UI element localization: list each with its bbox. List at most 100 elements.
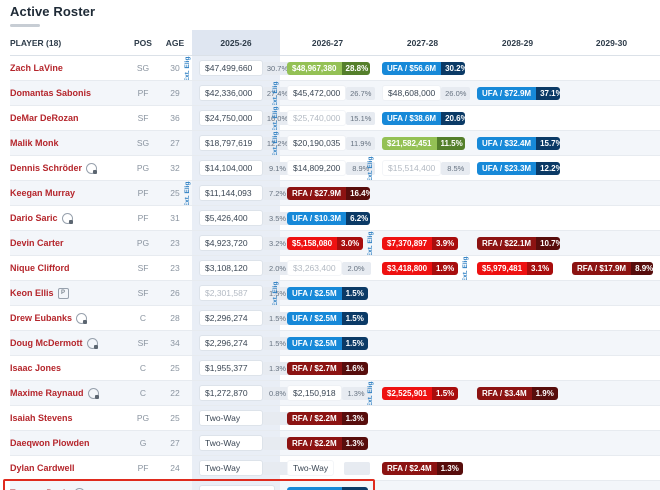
table-row: Terence DavisSG28$0UFA / $2.5M1.5%: [10, 481, 660, 490]
salary-cell-y2029: [565, 356, 658, 380]
badge-label: $7,370,897: [382, 237, 432, 250]
badge-pct: 1.3%: [437, 462, 463, 475]
column-header-2028-29: 2028-29: [470, 30, 565, 55]
player-link[interactable]: Dennis Schröder: [10, 163, 82, 173]
player-link[interactable]: Malik Monk: [10, 138, 59, 148]
player-link[interactable]: Daeqwon Plowden: [10, 438, 90, 448]
player-cell: Maxime Raynaud: [10, 381, 128, 405]
pos-cell: PG: [128, 406, 158, 430]
player-link[interactable]: Zach LaVine: [10, 63, 63, 73]
badge-pct: 1.5%: [342, 487, 368, 490]
salary-cell-y2029: [565, 156, 658, 180]
salary-cell-y2025: $1,955,3771.3%: [192, 356, 280, 380]
badge-pct: 15.7%: [536, 137, 560, 150]
badge-pct: 1.9%: [532, 387, 558, 400]
player-link[interactable]: Dario Saric: [10, 213, 58, 223]
fa-badge-darkred: RFA / $2.2M1.3%: [287, 412, 368, 425]
player-link[interactable]: Isaiah Stevens: [10, 413, 73, 423]
salary-input[interactable]: $4,923,720: [199, 235, 263, 251]
salary-input[interactable]: $18,797,619: [199, 135, 263, 151]
fa-badge-red: $5,158,0803.0%: [287, 237, 363, 250]
salary-input[interactable]: $0: [199, 485, 275, 490]
player-link[interactable]: Keegan Murray: [10, 188, 75, 198]
salary-cell-y2028: UFA / $32.4M15.7%: [470, 131, 565, 155]
age-cell: 27: [158, 431, 192, 455]
player-link[interactable]: Devin Carter: [10, 238, 64, 248]
salary-cell-y2028: [470, 56, 565, 80]
player-cell: DeMar DeRozan: [10, 106, 128, 130]
salary-input[interactable]: $11,144,093: [199, 185, 263, 201]
pct-chip: 1.3%: [342, 387, 371, 400]
badge-label: RFA / $2.4M: [382, 462, 437, 475]
badge-pct: 8.9%: [631, 262, 653, 275]
player-link[interactable]: Maxime Raynaud: [10, 388, 84, 398]
player-link[interactable]: Drew Eubanks: [10, 313, 72, 323]
salary-input[interactable]: Two-Way: [199, 460, 263, 476]
salary-cell-y2027: [375, 481, 470, 490]
table-row: Dennis SchröderPG32$14,104,0009.1%$14,80…: [10, 156, 660, 181]
player-cell: Keon EllisP: [10, 281, 128, 305]
salary-input[interactable]: $1,955,377: [199, 360, 263, 376]
fa-badge-blue: UFA / $2.5M1.5%: [287, 487, 368, 490]
salary-input[interactable]: $24,750,000: [199, 110, 263, 126]
salary-cell-y2027: [375, 281, 470, 305]
badge-label: RFA / $17.9M: [572, 262, 631, 275]
salary-input[interactable]: $2,296,274: [199, 310, 263, 326]
salary-input[interactable]: $14,104,000: [199, 160, 263, 176]
fa-badge-blue: UFA / $32.4M15.7%: [477, 137, 560, 150]
player-link[interactable]: Nique Clifford: [10, 263, 70, 273]
fa-badge-red: $5,979,4813.1%: [477, 262, 553, 275]
salary-input[interactable]: $3,108,120: [199, 260, 263, 276]
age-cell: 36: [158, 106, 192, 130]
fa-badge-blue: UFA / $38.6M20.6%: [382, 112, 465, 125]
salary-cell-y2029: [565, 331, 658, 355]
badge-label: RFA / $2.7M: [287, 362, 342, 375]
salary-cell-y2027: UFA / $56.6M30.2%: [375, 56, 470, 80]
salary-input[interactable]: $2,296,274: [199, 335, 263, 351]
player-cell: Dennis Schröder: [10, 156, 128, 180]
player-link[interactable]: Isaac Jones: [10, 363, 61, 373]
badge-label: $21,582,451: [382, 137, 437, 150]
salary-cell-y2025: $42,336,00027.4%: [192, 81, 280, 105]
player-link[interactable]: Domantas Sabonis: [10, 88, 91, 98]
salary-input[interactable]: $1,272,870: [199, 385, 263, 401]
fa-badge-darkred: RFA / $27.9M16.4%: [287, 187, 370, 200]
age-cell: 28: [158, 306, 192, 330]
table-row: Doug McDermottSF34$2,296,2741.5%UFA / $2…: [10, 331, 660, 356]
salary-input[interactable]: $42,336,000: [199, 85, 263, 101]
badge-pct: 10.7%: [536, 237, 560, 250]
salary-input[interactable]: $47,499,660: [199, 60, 263, 76]
player-link[interactable]: Doug McDermott: [10, 338, 83, 348]
pos-cell: SF: [128, 256, 158, 280]
salary-cell-y2025: $2,296,2741.5%: [192, 306, 280, 330]
salary-cell-y2026: $14,809,2008.9%: [280, 156, 375, 180]
table-row: Devin CarterPG23$4,923,7203.2%$5,158,080…: [10, 231, 660, 256]
player-cell: Terence Davis: [10, 481, 128, 490]
table-header-row: PLAYER (18) POS AGE 2025-26 2026-27 2027…: [10, 30, 660, 56]
player-cell: Keegan Murray: [10, 181, 128, 205]
player-cell: Daeqwon Plowden: [10, 431, 128, 455]
page-title: Active Roster: [10, 4, 650, 19]
pct-chip: 15.1%: [346, 112, 375, 125]
age-cell: 25: [158, 356, 192, 380]
pos-cell: SF: [128, 331, 158, 355]
salary-input[interactable]: $5,426,400: [199, 210, 263, 226]
fa-badge-blue: UFA / $23.3M12.2%: [477, 162, 560, 175]
player-link[interactable]: Keon Ellis: [10, 288, 54, 298]
salary-input[interactable]: Two-Way: [199, 410, 263, 426]
salary-cell-y2025: $2,296,2741.5%: [192, 331, 280, 355]
badge-label: UFA / $56.6M: [382, 62, 441, 75]
salary-cell-y2029: [565, 56, 658, 80]
fa-badge-blue: UFA / $2.5M1.5%: [287, 337, 368, 350]
pos-cell: SF: [128, 106, 158, 130]
table-row: Isaac JonesC25$1,955,3771.3%RFA / $2.7M1…: [10, 356, 660, 381]
fa-badge-darkred: RFA / $3.4M1.9%: [477, 387, 558, 400]
salary-cell-y2026: Ext. Elig.$45,472,00026.7%: [280, 81, 375, 105]
player-link[interactable]: Dylan Cardwell: [10, 463, 75, 473]
salary-input[interactable]: Two-Way: [199, 435, 263, 451]
salary-cell-y2029: [565, 406, 658, 430]
salary-input[interactable]: $2,301,587: [199, 285, 263, 301]
player-link[interactable]: DeMar DeRozan: [10, 113, 79, 123]
salary-cell-y2026: $48,967,38028.8%: [280, 56, 375, 80]
salary-cell-y2025: Ext. Elig.$47,499,66030.7%: [192, 56, 280, 80]
